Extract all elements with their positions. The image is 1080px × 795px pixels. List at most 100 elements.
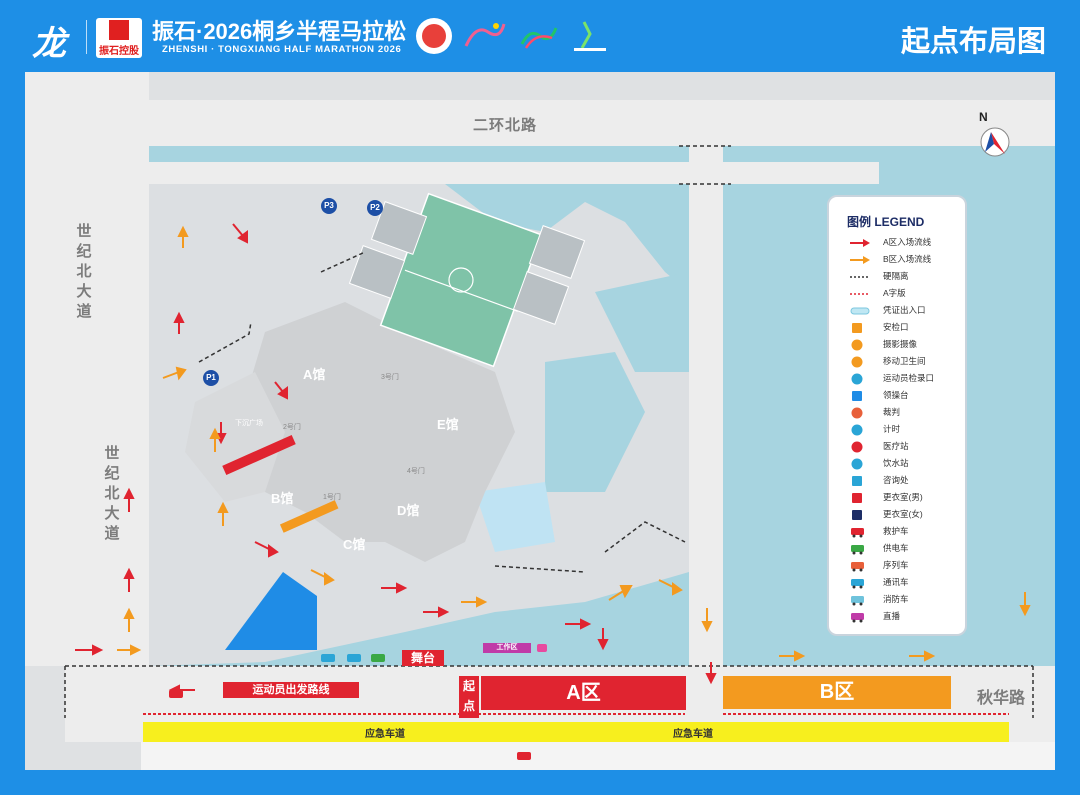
zone-a: A区 bbox=[481, 676, 686, 710]
legend-item: 运动员检录口 bbox=[849, 371, 961, 385]
toilet-icon bbox=[849, 355, 871, 368]
legend-item: 硬隔离 bbox=[849, 269, 961, 283]
legend-item-label: 裁判 bbox=[883, 407, 901, 417]
gate-4-label: 4号门 bbox=[407, 468, 425, 475]
power-truck-icon bbox=[849, 542, 871, 555]
compass-icon bbox=[980, 127, 1010, 157]
legend-item-label: 更衣室(男) bbox=[883, 492, 923, 502]
legend-item: 更衣室(男) bbox=[849, 490, 961, 504]
stage-label: 舞台 bbox=[402, 650, 444, 666]
header-bar: 龙 振石控股 振石·2026桐乡半程马拉松 ZHENSHI · TONGXIAN… bbox=[0, 0, 1080, 72]
info-icon bbox=[849, 474, 871, 486]
north-road-label: 二环北路 bbox=[473, 117, 538, 134]
legend-title: 图例 LEGEND bbox=[847, 215, 925, 229]
hall-e-label: E馆 bbox=[437, 417, 459, 432]
event-subtitle: ZHENSHI · TONGXIANG HALF MARATHON 2026 bbox=[162, 44, 402, 55]
legend-item-label: B区入场流线 bbox=[883, 254, 932, 264]
legend-item-label: A区入场流线 bbox=[883, 237, 932, 247]
timer-icon bbox=[849, 423, 871, 436]
red-arrow-icon bbox=[849, 236, 871, 248]
legend-item-label: 安检口 bbox=[883, 322, 909, 332]
legend-item-label: 通讯车 bbox=[883, 577, 909, 587]
page-title: 起点布局图 bbox=[900, 26, 1046, 58]
west-road-label-upper: 世纪北大道 bbox=[76, 223, 92, 320]
gate-3-label: 3号门 bbox=[381, 374, 399, 381]
legend-item: 供电车 bbox=[849, 541, 961, 555]
legend-item-label: 运动员检录口 bbox=[883, 373, 935, 383]
sponsor-logo: 振石控股 bbox=[96, 18, 142, 58]
legend-item: 计时 bbox=[849, 422, 961, 436]
runner-badge-3 bbox=[574, 21, 606, 51]
legend-item-label: 摄影摄像 bbox=[883, 339, 918, 349]
event-logo: 龙 bbox=[32, 24, 66, 64]
hall-c-label: C馆 bbox=[343, 537, 366, 552]
legend-item-label: 移动卫生间 bbox=[883, 356, 926, 366]
entry-gate-icon bbox=[849, 304, 871, 316]
red-dashed-line-icon bbox=[849, 287, 871, 299]
runner-badge-2 bbox=[520, 27, 558, 49]
legend-item: 移动卫生间 bbox=[849, 354, 961, 368]
medical-icon bbox=[849, 440, 871, 453]
legend-item-label: 硬隔离 bbox=[883, 271, 909, 281]
parking-p2: P2 bbox=[367, 200, 383, 216]
legend-item: 裁判 bbox=[849, 405, 961, 419]
legend-item-label: 咨询处 bbox=[883, 475, 909, 485]
legend-item-label: 序列车 bbox=[883, 560, 909, 570]
water-icon bbox=[849, 457, 871, 470]
legend-item: 通讯车 bbox=[849, 575, 961, 589]
athlete-start-route-label: 运动员出发路线 bbox=[223, 682, 359, 698]
legend-item: 序列车 bbox=[849, 558, 961, 572]
legend-item-label: A字版 bbox=[883, 288, 906, 298]
sequence-car-icon bbox=[849, 559, 871, 572]
legend-item: 救护车 bbox=[849, 524, 961, 538]
emblem-badge bbox=[416, 18, 452, 54]
legend-item: 咨询处 bbox=[849, 473, 961, 487]
parking-p3: P3 bbox=[321, 198, 337, 214]
legend-item-label: 消防车 bbox=[883, 594, 909, 604]
west-road-label-lower: 世纪北大道 bbox=[104, 445, 120, 542]
comms-truck-icon bbox=[849, 576, 871, 589]
legend-item-label: 供电车 bbox=[883, 543, 909, 553]
north-label: N bbox=[979, 110, 988, 124]
zone-b: B区 bbox=[723, 676, 951, 709]
start-area-map: 二环北路 世纪北大道 世纪北大道 秋华路 N A馆 B馆 C馆 D馆 E馆 3号… bbox=[25, 72, 1055, 770]
hall-d-label: D馆 bbox=[397, 503, 420, 518]
legend-item-label: 计时 bbox=[883, 424, 901, 434]
legend-item: 饮水站 bbox=[849, 456, 961, 470]
legend-item: 消防车 bbox=[849, 592, 961, 606]
legend-item: 凭证出入口 bbox=[849, 303, 961, 317]
legend-item: 摄影摄像 bbox=[849, 337, 961, 351]
check-in-icon bbox=[849, 372, 871, 385]
plaza-label: 下沉广场 bbox=[235, 420, 263, 427]
legend-item: A区入场流线 bbox=[849, 235, 961, 249]
legend-item-label: 更衣室(女) bbox=[883, 509, 923, 519]
ambulance-icon bbox=[849, 525, 871, 538]
runner-badge-1 bbox=[464, 23, 506, 47]
legend-item: 更衣室(女) bbox=[849, 507, 961, 521]
emergency-lane-label-west: 应急车道 bbox=[365, 729, 405, 740]
legend-item: 医疗站 bbox=[849, 439, 961, 453]
platform-icon bbox=[849, 389, 871, 401]
security-check-icon bbox=[849, 321, 871, 333]
map-legend: 图例 LEGEND A区入场流线 B区入场流线 硬隔离 A字版凭证出入口安检口摄影摄像… bbox=[827, 195, 967, 636]
legend-item: 领操台 bbox=[849, 388, 961, 402]
legend-item-label: 领操台 bbox=[883, 390, 909, 400]
header-divider bbox=[86, 20, 87, 54]
changing-room-male-icon bbox=[849, 491, 871, 503]
legend-item-label: 医疗站 bbox=[883, 441, 909, 451]
hall-b-label: B馆 bbox=[271, 491, 294, 506]
legend-item-label: 救护车 bbox=[883, 526, 909, 536]
legend-item-label: 饮水站 bbox=[883, 458, 909, 468]
hall-a-label: A馆 bbox=[303, 367, 326, 382]
dashed-line-icon bbox=[849, 270, 871, 282]
orange-arrow-icon bbox=[849, 253, 871, 265]
sponsor-name: 振石控股 bbox=[99, 46, 139, 57]
work-area-label: 工作区 bbox=[483, 643, 531, 653]
gate-2-label: 2号门 bbox=[283, 424, 301, 431]
legend-item: A字版 bbox=[849, 286, 961, 300]
legend-item-label: 凭证出入口 bbox=[883, 305, 926, 315]
legend-item: 直播 bbox=[849, 609, 961, 623]
parking-p1: P1 bbox=[203, 370, 219, 386]
camera-icon bbox=[849, 338, 871, 351]
gate-1-label: 1号门 bbox=[323, 494, 341, 501]
